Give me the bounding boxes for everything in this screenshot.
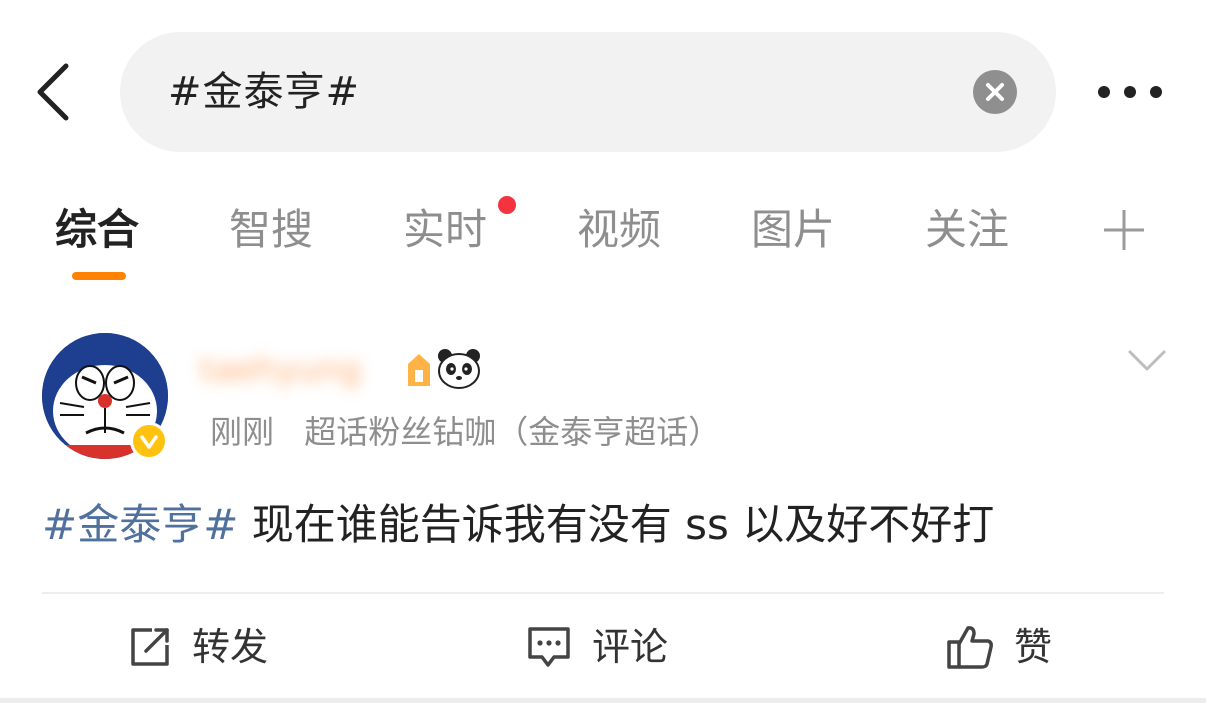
post-options-button[interactable] [1128, 350, 1166, 372]
tab-comprehensive[interactable]: 综合 [55, 195, 139, 265]
notification-dot [498, 196, 516, 214]
tab-realtime[interactable]: 实时 [403, 195, 487, 265]
back-button[interactable] [30, 62, 80, 122]
repost-icon [131, 628, 169, 666]
tab-smart-search[interactable]: 智搜 [229, 195, 313, 265]
verified-badge [130, 422, 168, 460]
more-horizontal-icon [1098, 86, 1162, 98]
clear-circle-icon [986, 83, 1004, 101]
repost-button[interactable]: 转发 [128, 620, 268, 674]
post-meta: 刚刚 超话粉丝钻咖（金泰亨超话） [210, 410, 740, 454]
comment-label: 评论 [592, 625, 669, 669]
comment-icon [528, 627, 570, 667]
search-bar[interactable]: #金泰亨# [120, 32, 1056, 152]
verified-icon [140, 435, 158, 449]
more-button[interactable] [1094, 80, 1166, 104]
tab-images[interactable]: 图片 [751, 195, 835, 265]
tab-following[interactable]: 关注 [925, 195, 1009, 265]
chevron-down-icon [1128, 350, 1166, 371]
post-body-text: 现在谁能告诉我有没有 ss 以及好不好打 [238, 500, 995, 549]
fan-badge-icon [404, 352, 434, 388]
like-label: 赞 [1014, 625, 1053, 669]
clear-search-button[interactable] [973, 70, 1017, 114]
post-time: 刚刚 [210, 413, 275, 451]
post-source[interactable]: 超话粉丝钻咖（金泰亨超话） [304, 413, 720, 451]
tab-video[interactable]: 视频 [577, 195, 661, 265]
username[interactable]: taehyung [200, 350, 361, 390]
divider [42, 592, 1164, 594]
bottom-separator [0, 698, 1206, 703]
like-button[interactable]: 赞 [946, 620, 1052, 674]
comment-button[interactable]: 评论 [526, 620, 668, 674]
plus-icon [1104, 210, 1144, 250]
post-content[interactable]: #金泰亨# 现在谁能告诉我有没有 ss 以及好不好打 [42, 495, 994, 555]
thumbs-up-icon [947, 626, 993, 669]
add-tab-button[interactable] [1102, 208, 1146, 252]
repost-label: 转发 [192, 625, 269, 669]
search-input[interactable]: #金泰亨# [168, 32, 360, 152]
search-tabs: 综合 智搜 实时 视频 图片 关注 [0, 195, 1206, 285]
post-hashtag[interactable]: #金泰亨# [42, 500, 238, 549]
active-tab-indicator [72, 272, 126, 280]
chevron-left-icon [37, 63, 69, 121]
panda-emoji-icon [436, 347, 482, 389]
